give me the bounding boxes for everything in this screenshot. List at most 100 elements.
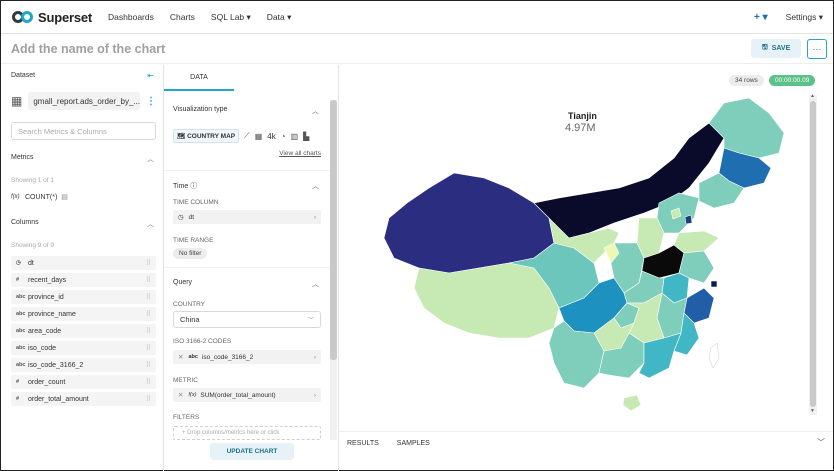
drag-handle-icon[interactable]: ⠿	[146, 276, 151, 284]
superset-logo[interactable]: Superset	[12, 10, 92, 25]
metrics-section-label: Metrics	[11, 154, 34, 161]
column-item[interactable]: abc province_id ⠿	[11, 290, 156, 304]
time-range-pill[interactable]: No filter	[173, 248, 208, 259]
pie-chart-icon[interactable]: ◔	[281, 132, 286, 141]
bar-chart-icon[interactable]: ▥	[291, 132, 299, 141]
region-heilongjiang[interactable]	[708, 97, 785, 159]
collapse-panel-icon[interactable]: ⇤	[147, 71, 154, 80]
drag-handle-icon[interactable]: ⠿	[146, 395, 151, 403]
country-select[interactable]: China ﹀	[173, 311, 321, 328]
scroll-down-icon[interactable]: ▼	[810, 408, 815, 414]
chevron-up-icon[interactable]: ︿	[147, 154, 154, 164]
function-icon: f(x)	[11, 194, 20, 200]
nav-data[interactable]: Data ▾	[267, 12, 292, 23]
dataset-menu-icon[interactable]: ⋮	[146, 96, 156, 107]
region-tibet[interactable]	[413, 262, 560, 339]
column-item[interactable]: # order_count ⠿	[11, 375, 156, 389]
country-map[interactable]	[359, 93, 789, 423]
row-count-badge: 34 rows	[729, 75, 764, 86]
dataset-label: Dataset	[11, 72, 36, 79]
columns-section-label: Columns	[11, 219, 39, 226]
time-range-label: TIME RANGE	[173, 237, 214, 244]
numeric-icon: #	[16, 277, 20, 283]
string-icon: abc	[16, 311, 26, 317]
filters-dropzone[interactable]: + Drop columns/metrics here or click	[173, 426, 321, 440]
dataset-name[interactable]: gmall_report.ads_order_by_...	[28, 92, 140, 110]
drag-handle-icon[interactable]: ⠿	[146, 259, 151, 267]
viz-type-picker: 🗺 COUNTRY MAP ⟋ ▦ 4k ◔ ▥ ▙	[173, 129, 309, 143]
chevron-down-icon[interactable]: ﹀	[817, 437, 825, 448]
chevron-up-icon[interactable]: ︿	[312, 279, 319, 289]
chevron-up-icon[interactable]: ︿	[147, 219, 154, 229]
column-item[interactable]: # recent_days ⠿	[11, 273, 156, 287]
drag-handle-icon[interactable]: ⠿	[146, 361, 151, 369]
settings-menu[interactable]: Settings ▾	[786, 12, 823, 23]
drag-handle-icon[interactable]: ⠿	[146, 310, 151, 318]
metrics-count: Showing 1 of 1	[11, 177, 55, 184]
drag-handle-icon[interactable]: ⠿	[146, 378, 151, 386]
big-number-chart[interactable]: 4k	[267, 132, 275, 141]
scroll-up-icon[interactable]: ▲	[810, 93, 815, 99]
save-button[interactable]: 🖫 SAVE	[751, 39, 801, 58]
nav-sql-lab[interactable]: SQL Lab ▾	[211, 12, 251, 23]
time-column-value: dt	[188, 213, 195, 221]
metric-item[interactable]: f(x) COUNT(*) ▤	[11, 193, 68, 202]
column-item[interactable]: abc province_name ⠿	[11, 307, 156, 321]
drag-handle-icon[interactable]: ⠿	[146, 293, 151, 301]
search-input[interactable]: Search Metrics & Columns	[11, 122, 156, 140]
metric-label: COUNT(*)	[25, 193, 58, 201]
column-item[interactable]: abc area_code ⠿	[11, 324, 156, 338]
map-tooltip-name: Tianjin	[568, 111, 597, 121]
column-item[interactable]: abc iso_code ⠿	[11, 341, 156, 355]
scrollbar-thumb[interactable]	[330, 100, 337, 360]
region-hainan[interactable]	[622, 394, 642, 412]
tab-results[interactable]: RESULTS	[347, 440, 379, 447]
time-column-select[interactable]: ◷ dt ›	[173, 210, 321, 224]
column-label: recent_days	[28, 276, 67, 284]
numeric-icon: #	[16, 396, 20, 402]
region-inner-mongolia[interactable]	[533, 122, 725, 244]
nav-charts[interactable]: Charts	[170, 12, 195, 23]
chart-scrollbar-thumb[interactable]	[810, 101, 816, 407]
column-label: province_name	[28, 310, 76, 318]
nav-dashboards[interactable]: Dashboards	[108, 12, 154, 23]
view-all-charts-link[interactable]: View all charts	[279, 150, 321, 157]
superset-logo-icon	[12, 11, 34, 23]
region-shandong[interactable]	[673, 230, 720, 254]
close-icon[interactable]: ✕	[178, 391, 183, 399]
viz-country-map[interactable]: 🗺 COUNTRY MAP	[173, 129, 240, 143]
chevron-up-icon[interactable]: ︿	[312, 106, 319, 116]
drag-handle-icon[interactable]: ⠿	[146, 327, 151, 335]
column-chart-icon[interactable]: ▙	[303, 132, 309, 141]
update-chart-button[interactable]: UPDATE CHART	[210, 443, 294, 460]
region-xinjiang[interactable]	[383, 172, 555, 274]
line-chart-icon[interactable]: ⟋	[244, 131, 250, 141]
table-chart-icon[interactable]: ▦	[255, 132, 263, 141]
sql-icon: ▤	[61, 194, 68, 201]
metric-select[interactable]: ✕ f(x) SUM(order_total_amount) ›	[173, 388, 321, 402]
region-shanghai[interactable]	[710, 280, 718, 288]
dataset-selector: ▦ gmall_report.ads_order_by_... ⋮	[11, 90, 156, 112]
tab-data[interactable]: DATA	[164, 65, 234, 91]
query-section-label: Query	[173, 279, 193, 286]
brand-name: Superset	[38, 9, 93, 25]
metric-label: METRIC	[173, 377, 198, 384]
chevron-up-icon[interactable]: ︿	[312, 181, 319, 191]
iso-codes-select[interactable]: ✕ abc iso_code_3166_2 ›	[173, 350, 321, 364]
close-icon[interactable]: ✕	[178, 353, 183, 361]
tab-samples[interactable]: SAMPLES	[397, 440, 430, 447]
iso-codes-label: ISO 3166-2 CODES	[173, 338, 232, 345]
add-new-menu[interactable]: + ▾	[754, 12, 768, 23]
column-item[interactable]: abc iso_code_3166_2 ⠿	[11, 358, 156, 372]
column-item[interactable]: ◷ dt ⠿	[11, 256, 156, 270]
drag-handle-icon[interactable]: ⠿	[146, 344, 151, 352]
string-icon: abc	[188, 354, 198, 360]
more-options-button[interactable]: ···	[807, 39, 827, 59]
column-item[interactable]: # order_total_amount ⠿	[11, 392, 156, 406]
region-taiwan[interactable]	[708, 342, 720, 369]
iso-codes-value: iso_code_3166_2	[201, 353, 254, 361]
column-label: order_count	[28, 378, 66, 386]
region-tianjin[interactable]	[684, 214, 693, 225]
column-label: iso_code_3166_2	[28, 361, 84, 369]
chart-title-input[interactable]: Add the name of the chart	[11, 42, 165, 56]
